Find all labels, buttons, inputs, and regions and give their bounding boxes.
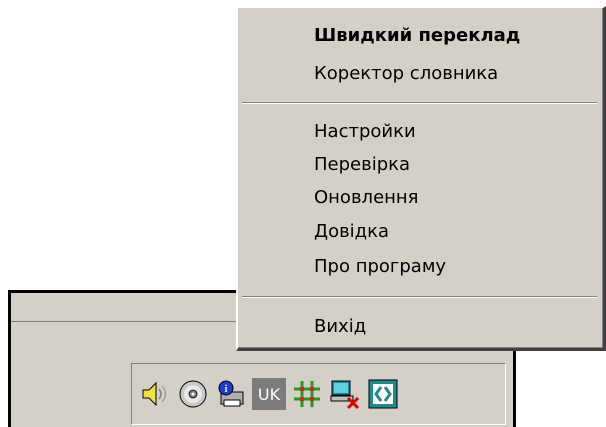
menu-item-help[interactable]: Довідка — [314, 218, 389, 246]
menu-item-exit[interactable]: Вихід — [314, 313, 366, 341]
language-label: UK — [252, 378, 286, 410]
context-menu: Швидкий переклад Коректор словника Настр… — [236, 6, 606, 351]
menu-item-dictionary-editor[interactable]: Коректор словника — [314, 60, 498, 88]
menu-item-update[interactable]: Оновлення — [314, 184, 419, 212]
svg-text:i: i — [225, 384, 228, 395]
cd-icon[interactable] — [176, 377, 210, 411]
menu-separator — [242, 102, 597, 104]
network-grid-icon[interactable] — [290, 377, 324, 411]
menu-item-quick-translate[interactable]: Швидкий переклад — [314, 22, 520, 50]
info-printer-icon[interactable]: i — [214, 377, 248, 411]
menu-item-check[interactable]: Перевірка — [314, 151, 410, 179]
translator-app-icon[interactable] — [366, 377, 400, 411]
menu-item-about[interactable]: Про програму — [314, 253, 446, 281]
menu-separator — [242, 296, 597, 298]
speaker-icon[interactable] — [138, 377, 172, 411]
language-indicator[interactable]: UK — [252, 377, 286, 411]
system-tray: i UK — [131, 363, 506, 425]
menu-item-settings[interactable]: Настройки — [314, 118, 416, 146]
network-disconnected-icon[interactable] — [328, 377, 362, 411]
